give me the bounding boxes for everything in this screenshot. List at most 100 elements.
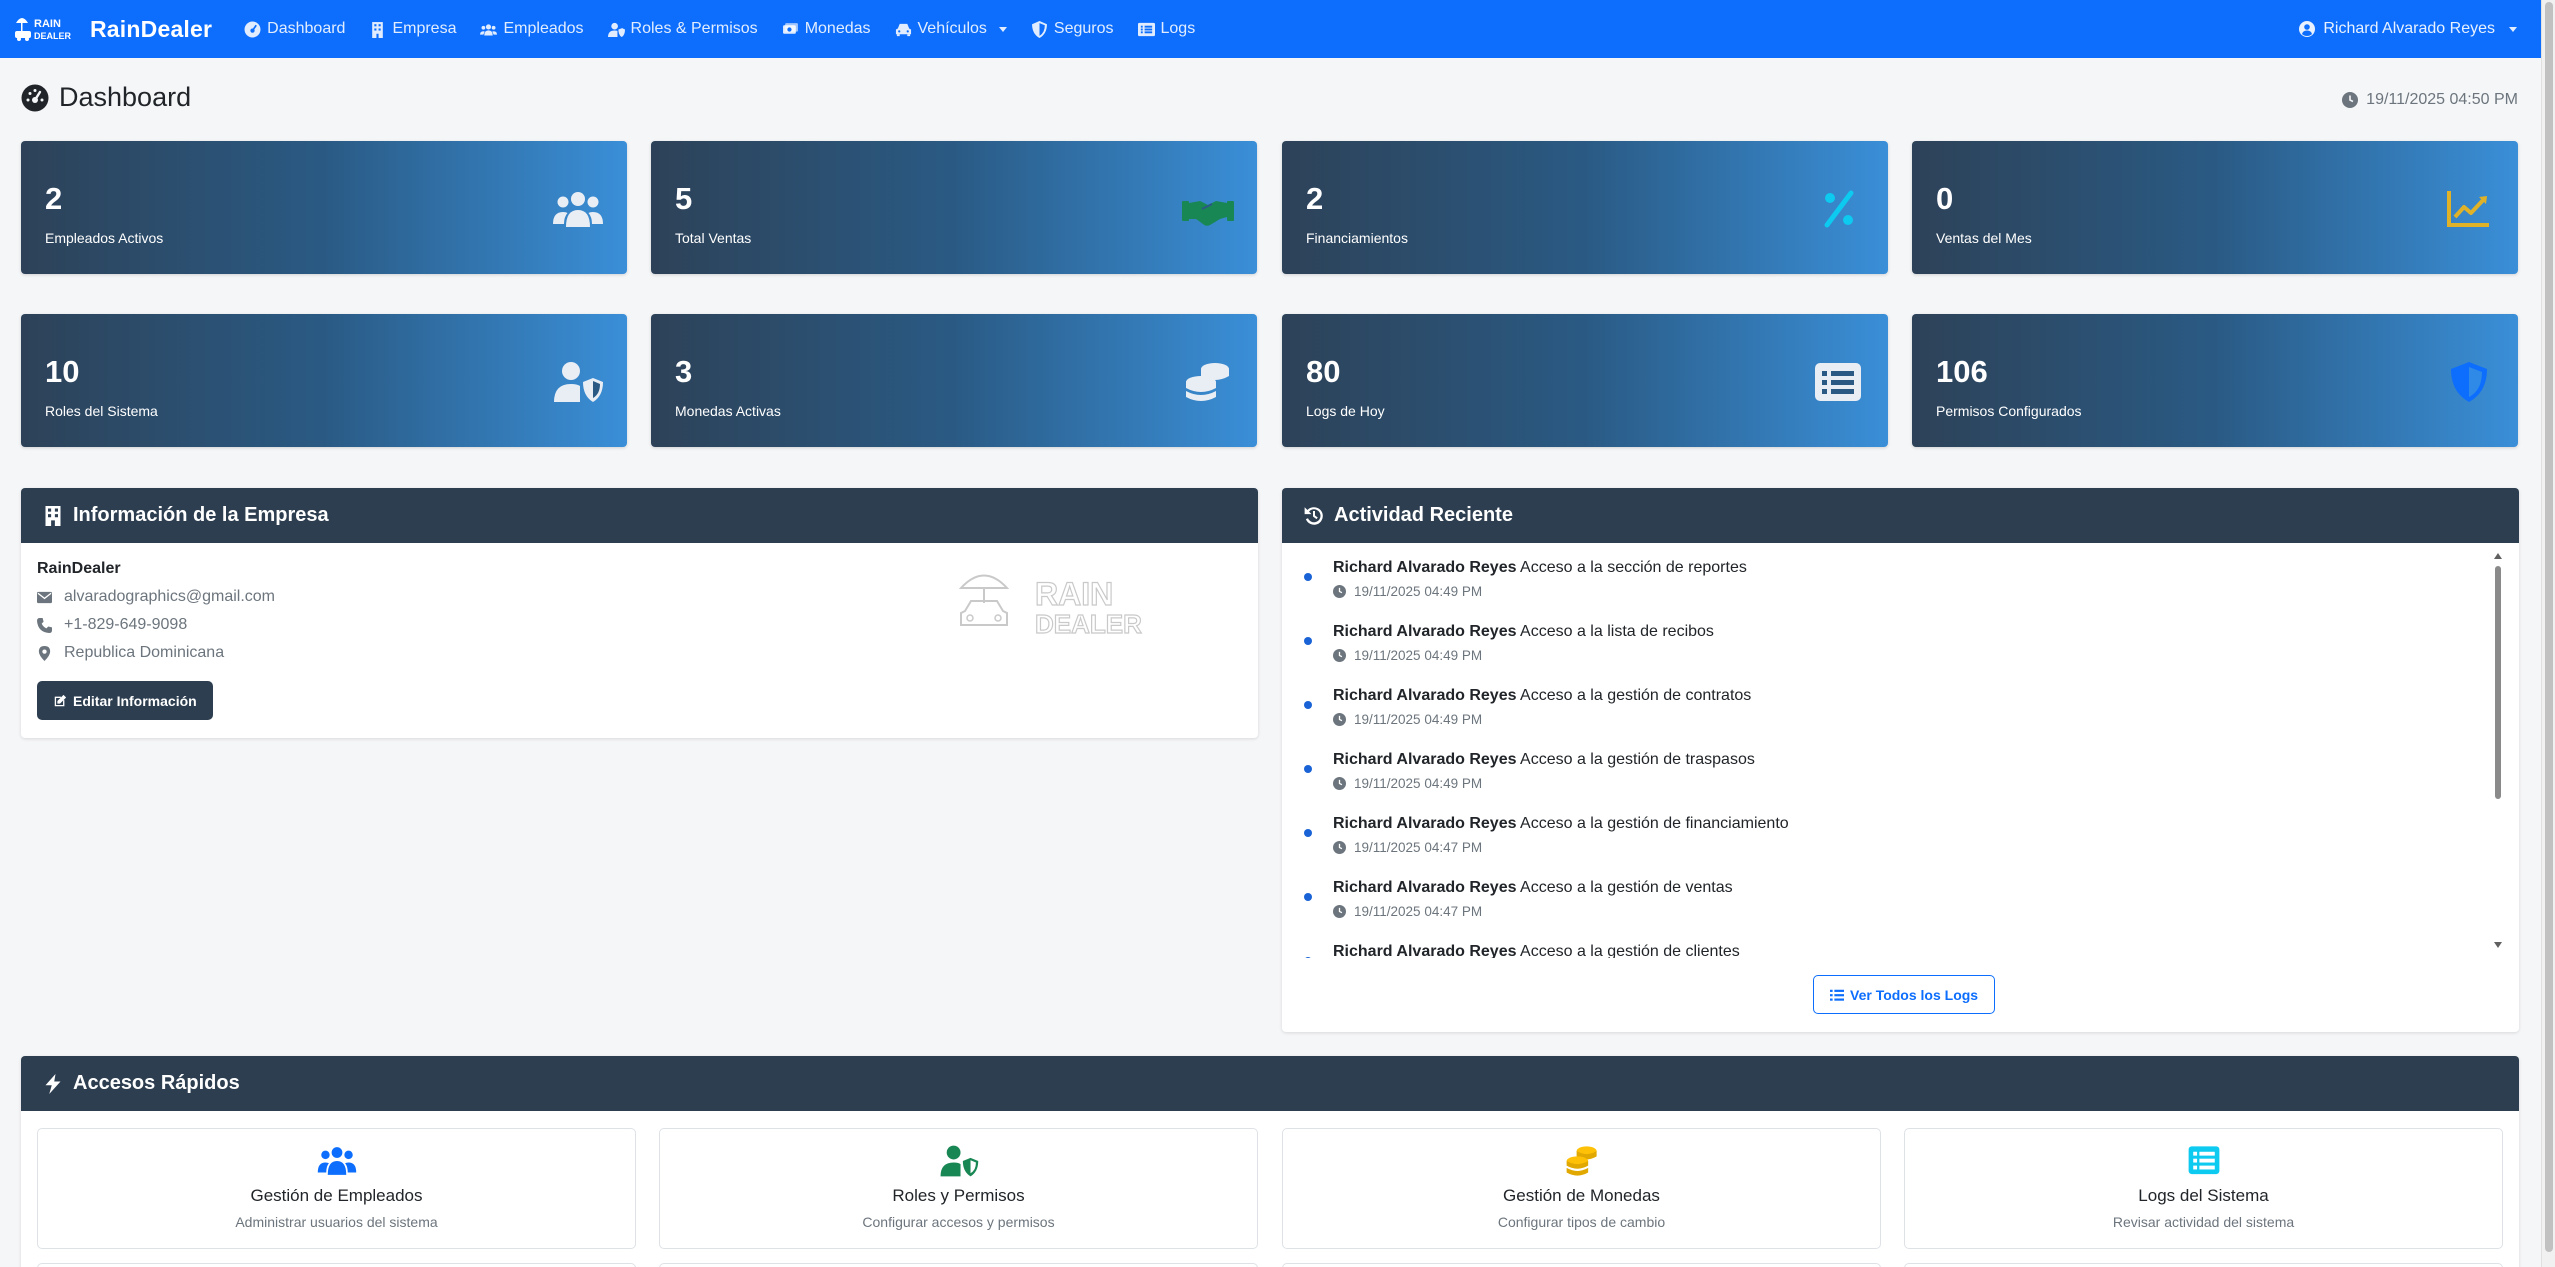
view-all-logs-button[interactable]: Ver Todos los Logs — [1813, 975, 1996, 1014]
activity-time: 19/11/2025 04:49 PM — [1354, 776, 1483, 791]
company-email: alvaradographics@gmail.com — [64, 588, 275, 605]
activity-action: Acceso a la gestión de financiamiento — [1520, 815, 1789, 832]
activity-time: 19/11/2025 04:49 PM — [1354, 712, 1483, 727]
scroll-thumb[interactable] — [2495, 566, 2501, 799]
user-name: Richard Alvarado Reyes — [2323, 20, 2495, 37]
quick-access-title: Gestión de Empleados — [250, 1186, 423, 1205]
chevron-down-icon — [998, 26, 1007, 32]
car-icon — [895, 23, 911, 36]
recent-activity-panel: Actividad Reciente Richard Alvarado Reye… — [1282, 488, 2519, 1032]
stat-card-empleados-activos[interactable]: 2 Empleados Activos — [21, 141, 627, 274]
stat-value: 106 — [1936, 354, 1988, 389]
panel-title: Accesos Rápidos — [73, 1072, 240, 1094]
svg-text:DEALER: DEALER — [1035, 609, 1142, 639]
panel-header: Accesos Rápidos — [21, 1056, 2519, 1111]
quick-access-card[interactable] — [1282, 1263, 1881, 1267]
stat-value: 80 — [1306, 354, 1341, 389]
list-alt-icon — [1812, 358, 1866, 406]
scroll-down-icon[interactable] — [2494, 942, 2502, 948]
page-title: Dashboard — [21, 82, 191, 113]
clock-icon — [2342, 92, 2359, 108]
brand-name[interactable]: RainDealer — [90, 16, 212, 43]
nav-item-empresa[interactable]: Empresa — [357, 0, 468, 58]
activity-action: Acceso a la gestión de clientes — [1520, 943, 1740, 958]
nav-label: Roles & Permisos — [630, 20, 758, 37]
clock-icon — [1333, 777, 1346, 790]
company-phone: +1-829-649-9098 — [64, 616, 188, 633]
coins-icon — [1181, 358, 1235, 406]
chart-line-icon — [2442, 185, 2496, 233]
users-icon — [317, 1147, 356, 1175]
quick-access-title: Roles y Permisos — [892, 1186, 1025, 1205]
timeline-dot — [1304, 701, 1312, 709]
scroll-up-icon[interactable] — [2494, 553, 2502, 559]
activity-action: Acceso a la sección de reportes — [1520, 559, 1747, 576]
coins-icon — [1566, 1146, 1597, 1176]
list-icon — [1137, 22, 1155, 36]
nav-label: Vehículos — [917, 20, 987, 37]
page-title-text: Dashboard — [59, 82, 192, 112]
company-info-panel: Información de la Empresa RainDealer alv… — [21, 488, 1258, 738]
quick-access-roles[interactable]: Roles y Permisos Configurar accesos y pe… — [659, 1128, 1258, 1249]
stat-card-permisos-configurados[interactable]: 106 Permisos Configurados — [1912, 314, 2518, 447]
user-shield-icon — [607, 22, 625, 37]
panel-title: Actividad Reciente — [1334, 504, 1513, 526]
percent-icon — [1812, 185, 1866, 233]
nav-label: Logs — [1160, 20, 1196, 37]
stat-card-monedas-activas[interactable]: 3 Monedas Activas — [651, 314, 1257, 447]
stat-value: 3 — [675, 354, 693, 389]
activity-action: Acceso a la gestión de traspasos — [1520, 751, 1755, 768]
svg-text:RAIN: RAIN — [1035, 576, 1113, 612]
activity-list[interactable]: Richard Alvarado Reyes Acceso a la secci… — [1282, 543, 2504, 958]
user-menu[interactable]: Richard Alvarado Reyes — [2299, 0, 2517, 58]
activity-user: Richard Alvarado Reyes — [1333, 623, 1517, 640]
stat-card-roles-del-sistema[interactable]: 10 Roles del Sistema — [21, 314, 627, 447]
stat-card-logs-de-hoy[interactable]: 80 Logs de Hoy — [1282, 314, 1888, 447]
nav-item-dashboard[interactable]: Dashboard — [232, 0, 357, 58]
stat-card-total-ventas[interactable]: 5 Total Ventas — [651, 141, 1257, 274]
quick-access-card[interactable] — [659, 1263, 1258, 1267]
quick-access-monedas[interactable]: Gestión de Monedas Configurar tipos de c… — [1282, 1128, 1881, 1249]
stat-value: 10 — [45, 354, 80, 389]
stat-card-ventas-del-mes[interactable]: 0 Ventas del Mes — [1912, 141, 2518, 274]
nav-label: Monedas — [804, 20, 871, 37]
activity-time: 19/11/2025 04:47 PM — [1354, 904, 1483, 919]
nav-item-monedas[interactable]: Monedas — [770, 0, 883, 58]
nav-item-vehiculos[interactable]: Vehículos — [883, 0, 1019, 58]
company-logo: RAIN DEALER — [958, 563, 1159, 643]
nav-item-empleados[interactable]: Empleados — [468, 0, 595, 58]
stat-card-financiamientos[interactable]: 2 Financiamientos — [1282, 141, 1888, 274]
clock-icon — [1333, 649, 1346, 662]
activity-time: 19/11/2025 04:47 PM — [1354, 840, 1483, 855]
stat-label: Roles del Sistema — [45, 403, 158, 419]
quick-access-title: Gestión de Monedas — [1503, 1186, 1660, 1205]
quick-access-empleados[interactable]: Gestión de Empleados Administrar usuario… — [37, 1128, 636, 1249]
quick-access-desc: Revisar actividad del sistema — [2112, 1214, 2295, 1230]
quick-access-desc: Configurar tipos de cambio — [1497, 1214, 1666, 1230]
timestamp-text: 19/11/2025 04:50 PM — [2366, 91, 2518, 108]
clock-icon — [1333, 905, 1346, 918]
stat-value: 2 — [45, 181, 63, 216]
company-phone-row: +1-829-649-9098 — [37, 616, 187, 634]
nav-links: Dashboard Empresa Empleados Roles & Perm… — [232, 0, 1207, 58]
clock-icon — [1333, 713, 1346, 726]
svg-text:RAIN: RAIN — [34, 18, 61, 30]
page-scrollbar[interactable] — [2541, 0, 2555, 1267]
stat-label: Logs de Hoy — [1306, 403, 1385, 419]
timeline-dot — [1304, 829, 1312, 837]
stat-label: Financiamientos — [1306, 230, 1408, 246]
activity-user: Richard Alvarado Reyes — [1333, 751, 1517, 768]
nav-item-seguros[interactable]: Seguros — [1019, 0, 1126, 58]
quick-access-card[interactable] — [37, 1263, 636, 1267]
quick-access-logs[interactable]: Logs del Sistema Revisar actividad del s… — [1904, 1128, 2503, 1249]
stat-value: 0 — [1936, 181, 1954, 216]
edit-company-button[interactable]: Editar Información — [37, 681, 213, 720]
activity-user: Richard Alvarado Reyes — [1333, 943, 1517, 958]
nav-item-logs[interactable]: Logs — [1126, 0, 1208, 58]
quick-access-card[interactable] — [1904, 1263, 2503, 1267]
company-location-row: Republica Dominicana — [37, 644, 224, 662]
activity-scrollbar[interactable] — [2493, 553, 2503, 948]
brand[interactable]: RAIN DEALER RainDealer — [12, 9, 212, 49]
nav-item-roles-permisos[interactable]: Roles & Permisos — [596, 0, 770, 58]
user-shield-icon — [940, 1145, 978, 1177]
